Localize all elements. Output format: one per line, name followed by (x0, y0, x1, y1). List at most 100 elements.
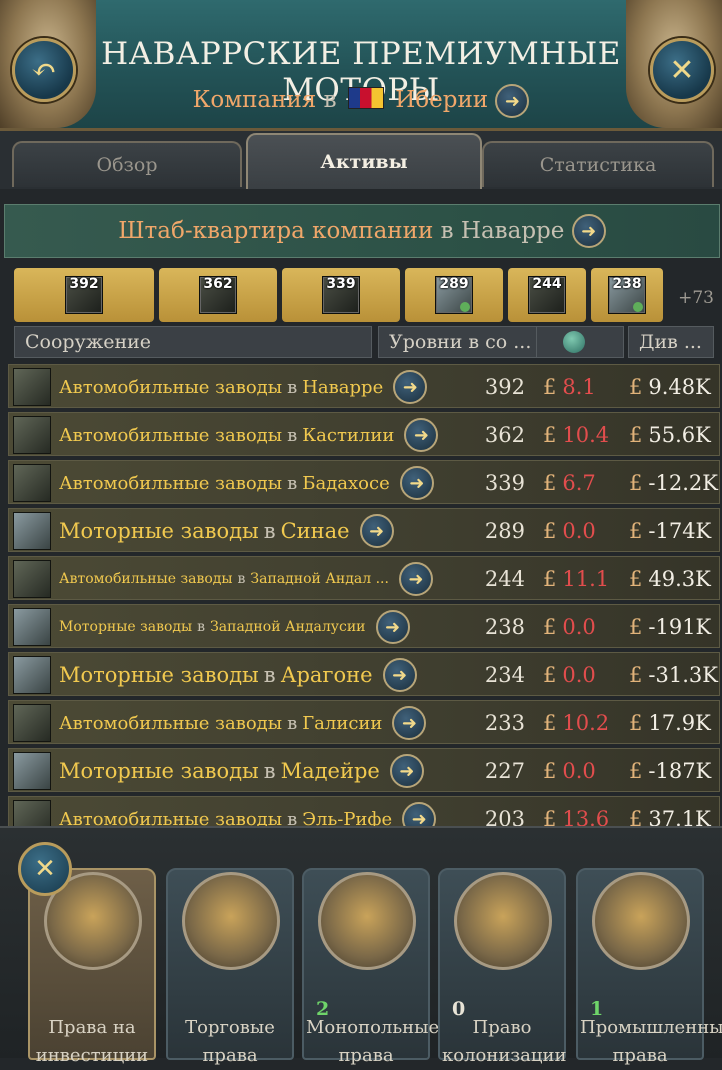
building-levels: 233 (484, 711, 525, 735)
go-to-hq-button[interactable]: ➜ (571, 214, 606, 248)
close-rights-button[interactable]: ✕ (18, 842, 72, 896)
go-to-building-button[interactable]: ➜ (389, 754, 424, 788)
car-factory-icon (13, 704, 51, 742)
building-levels: 238 (484, 615, 525, 639)
trade-rights-card[interactable]: Торговые права (166, 868, 294, 1066)
building-name: Моторные заводы в Западной Андалусии ➜ (59, 605, 410, 649)
productivity-value: £6.7 (543, 471, 596, 495)
go-to-building-button[interactable]: ➜ (398, 562, 433, 596)
building-levels: 203 (484, 807, 525, 826)
go-to-building-button[interactable]: ➜ (382, 658, 417, 692)
building-filter-chips: 392 362 339 289 244 238 +73 (14, 268, 722, 324)
company-rights-panel: Права на инвестиции Торговые права 2 Мон… (0, 826, 722, 1066)
table-row[interactable]: Моторные заводы в Синае ➜ 289 £0.0 £ -174K (8, 508, 720, 552)
column-dividends[interactable]: Див ... (628, 326, 714, 358)
go-to-building-button[interactable]: ➜ (399, 466, 434, 500)
table-row[interactable]: Моторные заводы в Западной Андалусии ➜ 238 … (8, 604, 720, 648)
productivity-value: £13.6 (543, 807, 610, 826)
productivity-value: £0.0 (543, 519, 596, 543)
productivity-value: £11.1 (543, 567, 610, 591)
investment-rights-card[interactable]: Права на инвестиции (28, 868, 156, 1066)
building-levels: 234 (484, 663, 525, 687)
hq-place[interactable]: Наварре (461, 218, 565, 244)
building-name: Автомобильные заводы в Кастилии ➜ (59, 413, 439, 457)
gear-icon (633, 302, 643, 312)
table-row[interactable]: Автомобильные заводы в Галисии ➜ 233 £10.2 … (8, 700, 720, 744)
dividends-value: £9.48K (629, 375, 711, 399)
car-factory-icon: 339 (322, 276, 360, 314)
oil-derrick-icon (592, 872, 690, 970)
table-row[interactable]: Автомобильные заводы в Западной Андал ... ➜… (8, 556, 720, 600)
car-factory-icon (13, 416, 51, 454)
headquarters-bar: Штаб-квартира компании в Наварре ➜ (4, 204, 720, 258)
table-row[interactable]: Автомобильные заводы в Бадахосе ➜ 339 £6.7 … (8, 460, 720, 504)
building-chip[interactable]: 289 (405, 268, 503, 322)
building-name: Автомобильные заводы в Западной Андал ... ➜ (59, 557, 433, 601)
tab-overview[interactable]: Обзор (12, 141, 242, 187)
productivity-value: £8.1 (543, 375, 596, 399)
table-row[interactable]: Моторные заводы в Мадейре ➜ 227 £0.0 £ -187K (8, 748, 720, 792)
go-to-building-button[interactable]: ➜ (375, 610, 410, 644)
table-row[interactable]: Автомобильные заводы в Кастилии ➜ 362 £10.4… (8, 412, 720, 456)
hq-label: Штаб-квартира компании (118, 218, 434, 244)
go-to-building-button[interactable]: ➜ (402, 802, 437, 826)
motor-factory-icon (13, 608, 51, 646)
go-to-country-button[interactable]: ➜ (495, 84, 530, 118)
ship-cargo-icon (182, 872, 280, 970)
subtitle-country-link[interactable]: Иберии (395, 87, 488, 113)
car-factory-icon: 362 (199, 276, 237, 314)
colonization-rights-card[interactable]: 0 Право колонизации (438, 868, 566, 1066)
close-icon: ✕ (669, 52, 695, 88)
dividends-value: £ -12.2K (629, 471, 718, 495)
industrial-rights-card[interactable]: 1 Промышленные права (576, 868, 722, 1066)
productivity-value: £10.4 (543, 423, 610, 447)
go-to-building-button[interactable]: ➜ (392, 706, 427, 740)
tab-assets[interactable]: Активы (246, 133, 482, 189)
dividends-value: £ -31.3K (629, 663, 718, 687)
more-buildings-count[interactable]: +73 (678, 288, 714, 308)
productivity-value: £0.0 (543, 663, 596, 687)
go-to-building-button[interactable]: ➜ (359, 514, 394, 548)
building-name: Моторные заводы в Мадейре ➜ (59, 749, 424, 793)
column-building[interactable]: Сооружение (14, 326, 372, 358)
building-chip[interactable]: 244 (508, 268, 586, 322)
column-levels[interactable]: Уровни в со ... (378, 326, 542, 358)
building-chip[interactable]: 238 (591, 268, 663, 322)
company-subtitle: Компания в Иберии ➜ (0, 84, 722, 118)
building-chip[interactable]: 362 (159, 268, 277, 322)
dividends-value: £37.1K (629, 807, 711, 826)
table-header: Сооружение Уровни в со ... Див ... (14, 326, 714, 360)
subtitle-in: в (323, 87, 337, 113)
building-chip[interactable]: 392 (14, 268, 154, 322)
table-row[interactable]: Автомобильные заводы в Наварре ➜ 392 £8.1 £… (8, 364, 720, 408)
building-levels: 362 (484, 423, 525, 447)
car-factory-icon (13, 560, 51, 598)
building-levels: 339 (484, 471, 525, 495)
car-factory-icon: 244 (528, 276, 566, 314)
iberia-flag-icon (347, 87, 384, 109)
motor-factory-icon (13, 752, 51, 790)
undo-arrow-icon: ↶ (31, 52, 57, 88)
motor-factory-icon (13, 512, 51, 550)
building-name: Автомобильные заводы в Галисии ➜ (59, 701, 427, 745)
hut-flag-icon (454, 872, 552, 970)
tab-statistics[interactable]: Статистика (482, 141, 714, 187)
motor-factory-icon: 289 (435, 276, 473, 314)
subtitle-prefix: Компания (192, 87, 317, 113)
go-to-building-button[interactable]: ➜ (393, 370, 428, 404)
factory-hand-icon (318, 872, 416, 970)
productivity-icon (563, 331, 585, 353)
building-levels: 227 (484, 759, 525, 783)
monopoly-rights-card[interactable]: 2 Монопольные права (302, 868, 439, 1066)
building-table: Автомобильные заводы в Наварре ➜ 392 £8.1 £… (8, 364, 722, 826)
table-row[interactable]: Автомобильные заводы в Эль-Рифе ➜ 203 £13.6… (8, 796, 720, 826)
building-name: Моторные заводы в Синае ➜ (59, 509, 394, 553)
hq-in: в (440, 218, 454, 244)
table-row[interactable]: Моторные заводы в Арагоне ➜ 234 £0.0 £ -31.3… (8, 652, 720, 696)
company-header: ↶ ✕ Наваррские премиумные моторы Компани… (0, 0, 722, 131)
column-productivity[interactable] (536, 326, 624, 358)
motor-factory-icon: 238 (608, 276, 646, 314)
building-chip[interactable]: 339 (282, 268, 400, 322)
go-to-building-button[interactable]: ➜ (404, 418, 439, 452)
close-icon: ✕ (34, 854, 56, 884)
